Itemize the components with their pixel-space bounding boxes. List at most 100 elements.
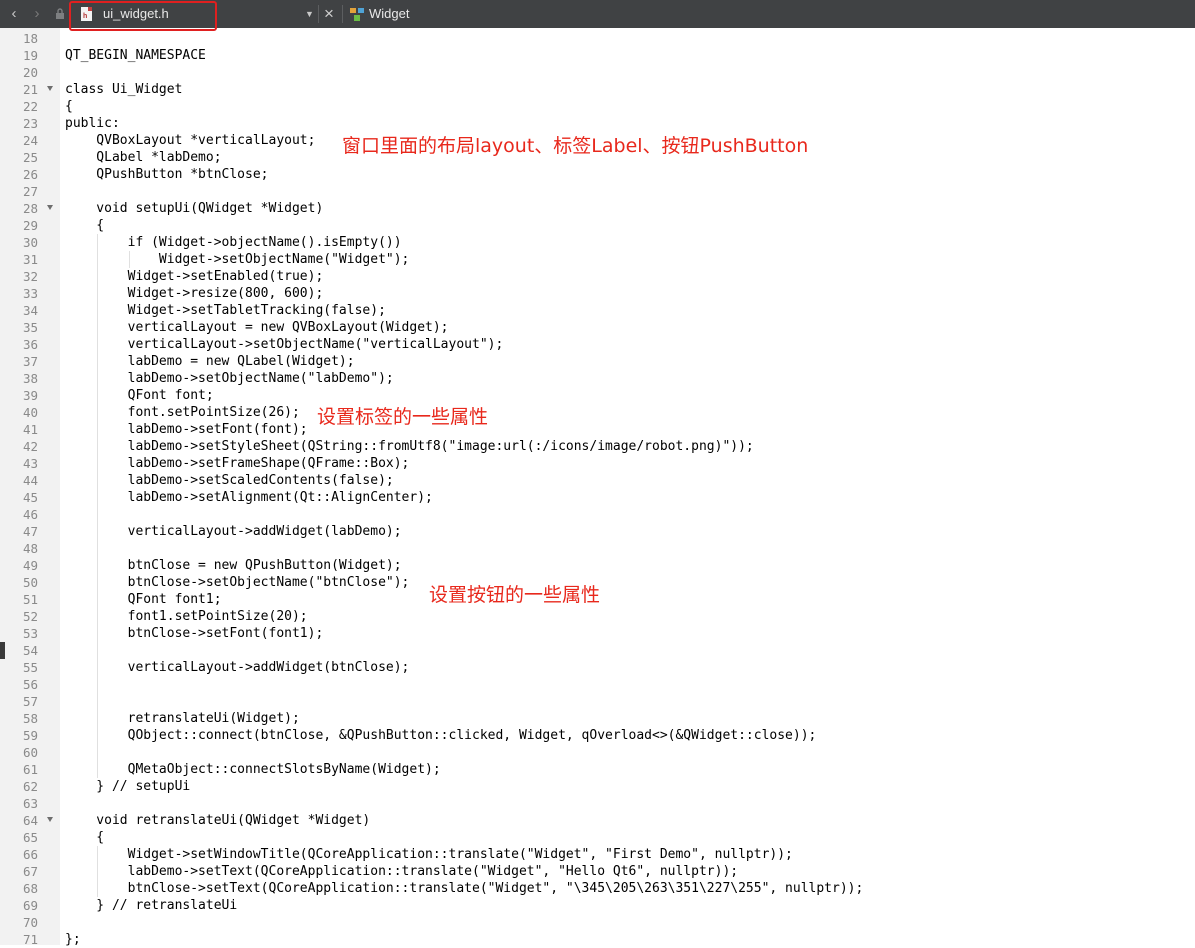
code-line[interactable]: 62 } // setupUi	[0, 778, 1195, 795]
code-text: {	[65, 830, 105, 845]
code-line[interactable]: 18	[0, 30, 1195, 47]
code-line[interactable]: 43 labDemo->setFrameShape(QFrame::Box);	[0, 455, 1195, 472]
code-text: Widget->resize(800, 600);	[65, 286, 324, 301]
code-line[interactable]: 21 class Ui_Widget	[0, 81, 1195, 98]
code-text: verticalLayout->setObjectName("verticalL…	[65, 337, 504, 352]
code-text: verticalLayout->addWidget(btnClose);	[65, 660, 410, 675]
code-text: QPushButton *btnClose;	[65, 167, 269, 182]
code-line[interactable]: 63	[0, 795, 1195, 812]
code-line[interactable]: 44 labDemo->setScaledContents(false);	[0, 472, 1195, 489]
code-line[interactable]: 60	[0, 744, 1195, 761]
code-line[interactable]: 59 QObject::connect(btnClose, &QPushButt…	[0, 727, 1195, 744]
line-number: 31	[22, 252, 38, 267]
code-text: QT_BEGIN_NAMESPACE	[65, 48, 206, 63]
line-number: 57	[22, 694, 38, 709]
fold-arrow-icon[interactable]	[47, 205, 53, 210]
code-text: QLabel *labDemo;	[65, 150, 222, 165]
code-line[interactable]: 70	[0, 914, 1195, 931]
code-line[interactable]: 26 QPushButton *btnClose;	[0, 166, 1195, 183]
file-tab-label[interactable]: ui_widget.h	[103, 0, 169, 28]
code-line[interactable]: 49 btnClose = new QPushButton(Widget);	[0, 557, 1195, 574]
code-line[interactable]: 39 QFont font;	[0, 387, 1195, 404]
code-line[interactable]: 42 labDemo->setStyleSheet(QString::fromU…	[0, 438, 1195, 455]
code-text: labDemo->setAlignment(Qt::AlignCenter);	[65, 490, 433, 505]
code-text: QFont font;	[65, 388, 214, 403]
code-text: QVBoxLayout *verticalLayout;	[65, 133, 316, 148]
line-number: 62	[22, 779, 38, 794]
code-line[interactable]: 52 font1.setPointSize(20);	[0, 608, 1195, 625]
forward-arrow-icon[interactable]: ›	[27, 0, 47, 28]
code-editor[interactable]: 18 19 QT_BEGIN_NAMESPACE 20 21 class Ui_Widge…	[0, 28, 1195, 948]
indent-guide	[97, 846, 98, 897]
code-line[interactable]: 55 verticalLayout->addWidget(btnClose);	[0, 659, 1195, 676]
line-number: 29	[22, 218, 38, 233]
code-text: retranslateUi(Widget);	[65, 711, 300, 726]
code-line[interactable]: 23 public:	[0, 115, 1195, 132]
editor-toolbar: ‹ › h ui_widget.h ▼ × Widget	[0, 0, 1195, 31]
code-line[interactable]: 47 verticalLayout->addWidget(labDemo);	[0, 523, 1195, 540]
line-number: 66	[22, 847, 38, 862]
code-line[interactable]: 68 btnClose->setText(QCoreApplication::t…	[0, 880, 1195, 897]
header-file-icon: h	[81, 7, 92, 21]
line-number: 38	[22, 371, 38, 386]
code-line[interactable]: 66 Widget->setWindowTitle(QCoreApplicati…	[0, 846, 1195, 863]
code-line[interactable]: 64 void retranslateUi(QWidget *Widget)	[0, 812, 1195, 829]
line-number: 18	[22, 31, 38, 46]
indent-guide	[97, 234, 98, 778]
code-line[interactable]: 67 labDemo->setText(QCoreApplication::tr…	[0, 863, 1195, 880]
symbol-selector[interactable]: Widget	[369, 0, 409, 28]
code-line[interactable]: 40 font.setPointSize(26);	[0, 404, 1195, 421]
fold-arrow-icon[interactable]	[47, 817, 53, 822]
code-line[interactable]: 36 verticalLayout->setObjectName("vertic…	[0, 336, 1195, 353]
line-number: 21	[22, 82, 38, 97]
code-line[interactable]: 19 QT_BEGIN_NAMESPACE	[0, 47, 1195, 64]
code-line[interactable]: 41 labDemo->setFont(font);	[0, 421, 1195, 438]
code-line[interactable]: 53 btnClose->setFont(font1);	[0, 625, 1195, 642]
line-number: 46	[22, 507, 38, 522]
toolbar-separator	[342, 5, 343, 23]
fold-arrow-icon[interactable]	[47, 86, 53, 91]
code-line[interactable]: 45 labDemo->setAlignment(Qt::AlignCenter…	[0, 489, 1195, 506]
code-text: btnClose->setFont(font1);	[65, 626, 324, 641]
code-text: if (Widget->objectName().isEmpty())	[65, 235, 402, 250]
line-number: 37	[22, 354, 38, 369]
back-arrow-icon[interactable]: ‹	[4, 0, 24, 28]
file-dropdown-icon[interactable]: ▼	[305, 0, 314, 28]
code-line[interactable]: 57	[0, 693, 1195, 710]
code-line[interactable]: 38 labDemo->setObjectName("labDemo");	[0, 370, 1195, 387]
code-line[interactable]: 30 if (Widget->objectName().isEmpty())	[0, 234, 1195, 251]
code-line[interactable]: 35 verticalLayout = new QVBoxLayout(Widg…	[0, 319, 1195, 336]
line-number: 22	[22, 99, 38, 114]
code-line[interactable]: 58 retranslateUi(Widget);	[0, 710, 1195, 727]
code-line[interactable]: 31 Widget->setObjectName("Widget");	[0, 251, 1195, 268]
line-number: 47	[22, 524, 38, 539]
code-line[interactable]: 22 {	[0, 98, 1195, 115]
code-text: QObject::connect(btnClose, &QPushButton:…	[65, 728, 817, 743]
code-line[interactable]: 33 Widget->resize(800, 600);	[0, 285, 1195, 302]
code-line[interactable]: 46	[0, 506, 1195, 523]
code-line[interactable]: 34 Widget->setTabletTracking(false);	[0, 302, 1195, 319]
code-line[interactable]: 37 labDemo = new QLabel(Widget);	[0, 353, 1195, 370]
code-line[interactable]: 69 } // retranslateUi	[0, 897, 1195, 914]
line-number: 56	[22, 677, 38, 692]
code-line[interactable]: 27	[0, 183, 1195, 200]
line-number: 58	[22, 711, 38, 726]
class-icon	[350, 8, 364, 21]
code-line[interactable]: 61 QMetaObject::connectSlotsByName(Widge…	[0, 761, 1195, 778]
code-line[interactable]: 65 {	[0, 829, 1195, 846]
line-number: 24	[22, 133, 38, 148]
line-number: 30	[22, 235, 38, 250]
line-number: 71	[22, 932, 38, 947]
code-line[interactable]: 20	[0, 64, 1195, 81]
code-line[interactable]: 54	[0, 642, 1195, 659]
line-number: 32	[22, 269, 38, 284]
code-text: labDemo->setObjectName("labDemo");	[65, 371, 394, 386]
code-line[interactable]: 29 {	[0, 217, 1195, 234]
code-line[interactable]: 28 void setupUi(QWidget *Widget)	[0, 200, 1195, 217]
code-line[interactable]: 56	[0, 676, 1195, 693]
code-line[interactable]: 71};	[0, 931, 1195, 948]
code-line[interactable]: 32 Widget->setEnabled(true);	[0, 268, 1195, 285]
code-line[interactable]: 48	[0, 540, 1195, 557]
close-file-icon[interactable]: ×	[324, 0, 334, 28]
line-number: 67	[22, 864, 38, 879]
